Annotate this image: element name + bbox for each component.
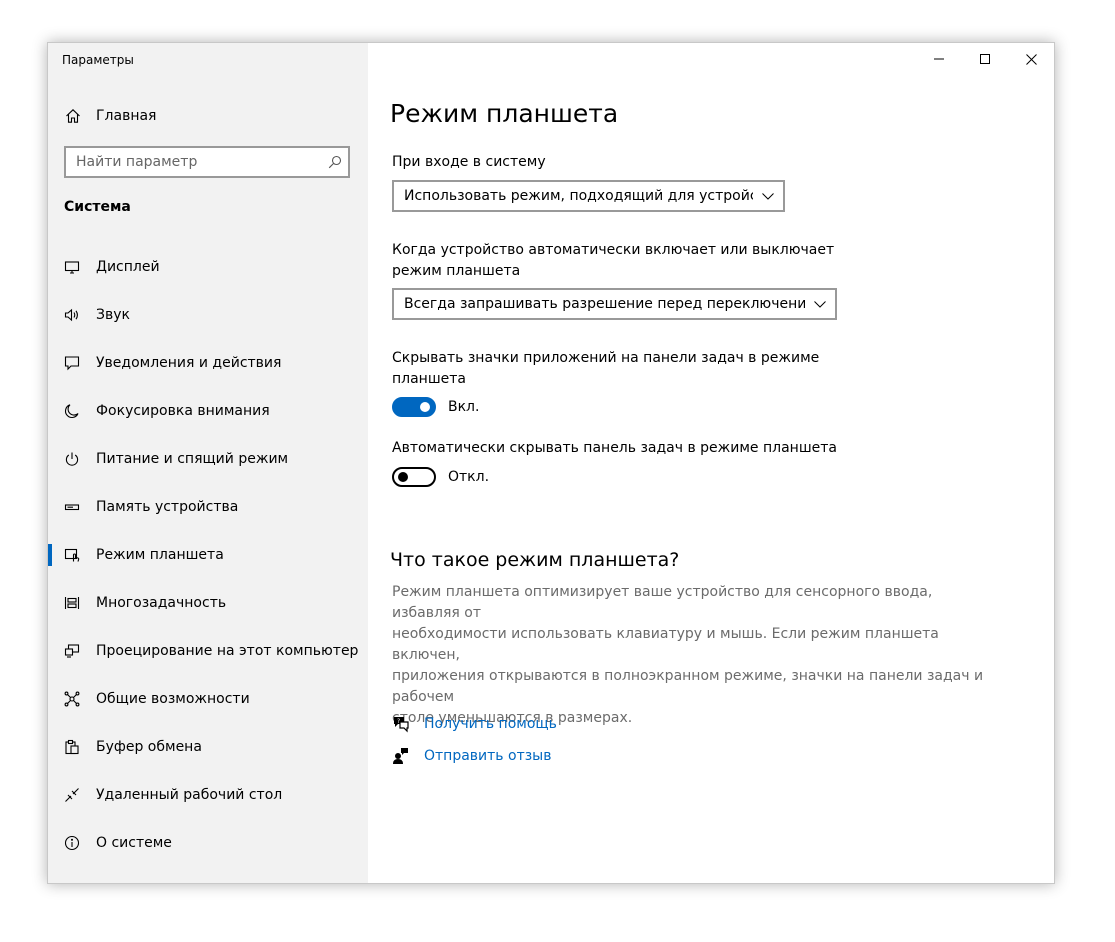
svg-text:?: ? xyxy=(397,718,400,725)
remote-desktop-icon xyxy=(64,787,80,803)
toggle-knob xyxy=(398,472,408,482)
sidebar-item-label: Удаленный рабочий стол xyxy=(96,787,283,803)
moon-icon xyxy=(64,403,80,419)
get-help-link[interactable]: Получить помощь xyxy=(424,716,557,732)
page-title: Режим планшета xyxy=(390,99,619,128)
sidebar-item-label: Питание и спящий режим xyxy=(96,451,289,467)
hide-icons-toggle-row: Вкл. xyxy=(392,397,479,417)
signin-dropdown-value: Использовать режим, подходящий для устро… xyxy=(404,188,753,204)
signin-dropdown[interactable]: Использовать режим, подходящий для устро… xyxy=(392,180,785,212)
chevron-down-icon xyxy=(805,300,835,308)
display-icon xyxy=(64,259,80,275)
window-title: Параметры xyxy=(62,53,134,67)
sidebar-item-label: Режим планшета xyxy=(96,547,224,563)
switch-label: Когда устройство автоматически включает … xyxy=(392,240,834,282)
projecting-icon xyxy=(64,643,80,659)
autohide-toggle[interactable] xyxy=(392,467,436,487)
sidebar: Параметры Главная Система xyxy=(48,43,368,883)
signin-label: При входе в систему xyxy=(392,154,546,170)
sidebar-item-power[interactable]: Питание и спящий режим xyxy=(48,435,368,483)
sidebar-item-storage[interactable]: Память устройства xyxy=(48,483,368,531)
hide-icons-label-line-2: планшета xyxy=(392,371,466,387)
sidebar-item-label: О системе xyxy=(96,835,172,851)
home-nav-item[interactable]: Главная xyxy=(64,105,156,127)
description: Режим планшета оптимизирует ваше устройс… xyxy=(392,582,1002,729)
send-feedback-link[interactable]: Отправить отзыв xyxy=(424,748,551,764)
sidebar-item-sound[interactable]: Звук xyxy=(48,291,368,339)
clipboard-icon xyxy=(64,739,80,755)
sidebar-item-label: Уведомления и действия xyxy=(96,355,282,371)
description-line: Режим планшета оптимизирует ваше устройс… xyxy=(392,584,933,621)
autohide-state: Откл. xyxy=(448,469,490,485)
sidebar-item-shared-experiences[interactable]: Общие возможности xyxy=(48,675,368,723)
sidebar-item-label: Звук xyxy=(96,307,130,323)
description-line: приложения открываются в полноэкранном р… xyxy=(392,668,984,705)
sidebar-item-label: Проецирование на этот компьютер xyxy=(96,643,359,659)
search-icon[interactable] xyxy=(322,155,348,169)
notification-icon xyxy=(64,355,80,371)
switch-label-line-1: Когда устройство автоматически включает … xyxy=(392,242,835,258)
sidebar-item-display[interactable]: Дисплей xyxy=(48,243,368,291)
hide-icons-toggle[interactable] xyxy=(392,397,436,417)
sidebar-item-notifications[interactable]: Уведомления и действия xyxy=(48,339,368,387)
shared-experiences-icon xyxy=(64,691,80,707)
autohide-toggle-row: Откл. xyxy=(392,467,489,487)
sidebar-item-focus-assist[interactable]: Фокусировка внимания xyxy=(48,387,368,435)
power-icon xyxy=(64,451,80,467)
feedback-row: Отправить отзыв xyxy=(392,747,551,765)
hide-icons-label: Скрывать значки приложений на панели зад… xyxy=(392,348,819,390)
speaker-icon xyxy=(64,307,80,323)
sidebar-item-about[interactable]: О системе xyxy=(48,819,368,867)
main-content: Режим планшета При входе в систему Испол… xyxy=(368,43,1054,883)
feedback-icon xyxy=(392,747,410,765)
sidebar-item-tablet-mode[interactable]: Режим планшета xyxy=(48,531,368,579)
switch-dropdown-value: Всегда запрашивать разрешение перед пере… xyxy=(404,296,805,312)
sidebar-item-clipboard[interactable]: Буфер обмена xyxy=(48,723,368,771)
description-line: необходимости использовать клавиатуру и … xyxy=(392,626,939,663)
sidebar-item-projecting[interactable]: Проецирование на этот компьютер xyxy=(48,627,368,675)
switch-dropdown[interactable]: Всегда запрашивать разрешение перед пере… xyxy=(392,288,837,320)
settings-window: Параметры Главная Система xyxy=(47,42,1055,884)
sidebar-item-label: Дисплей xyxy=(96,259,160,275)
sidebar-nav: Дисплей Звук Уведомления и действия Фоку… xyxy=(48,243,368,867)
switch-label-line-2: режим планшета xyxy=(392,263,521,279)
sidebar-item-label: Многозадачность xyxy=(96,595,227,611)
home-label: Главная xyxy=(96,108,157,124)
toggle-knob xyxy=(420,402,430,412)
sidebar-item-label: Общие возможности xyxy=(96,691,250,707)
search-input[interactable] xyxy=(66,148,322,176)
hide-icons-label-line-1: Скрывать значки приложений на панели зад… xyxy=(392,350,820,366)
multitasking-icon xyxy=(64,595,80,611)
sidebar-item-multitasking[interactable]: Многозадачность xyxy=(48,579,368,627)
chevron-down-icon xyxy=(753,192,783,200)
sidebar-item-label: Буфер обмена xyxy=(96,739,202,755)
info-icon xyxy=(64,835,80,851)
help-chat-icon: ? xyxy=(392,715,410,733)
section-title: Система xyxy=(64,199,131,215)
what-is-heading: Что такое режим планшета? xyxy=(390,549,680,571)
tablet-mode-icon xyxy=(64,547,80,563)
sidebar-item-remote-desktop[interactable]: Удаленный рабочий стол xyxy=(48,771,368,819)
sidebar-item-label: Фокусировка внимания xyxy=(96,403,270,419)
help-row: ? Получить помощь xyxy=(392,715,557,733)
hide-icons-state: Вкл. xyxy=(448,399,480,415)
search-box[interactable] xyxy=(64,146,350,178)
sidebar-item-label: Память устройства xyxy=(96,499,239,515)
autohide-label: Автоматически скрывать панель задач в ре… xyxy=(392,440,837,456)
storage-icon xyxy=(64,499,80,515)
home-icon xyxy=(64,107,82,125)
